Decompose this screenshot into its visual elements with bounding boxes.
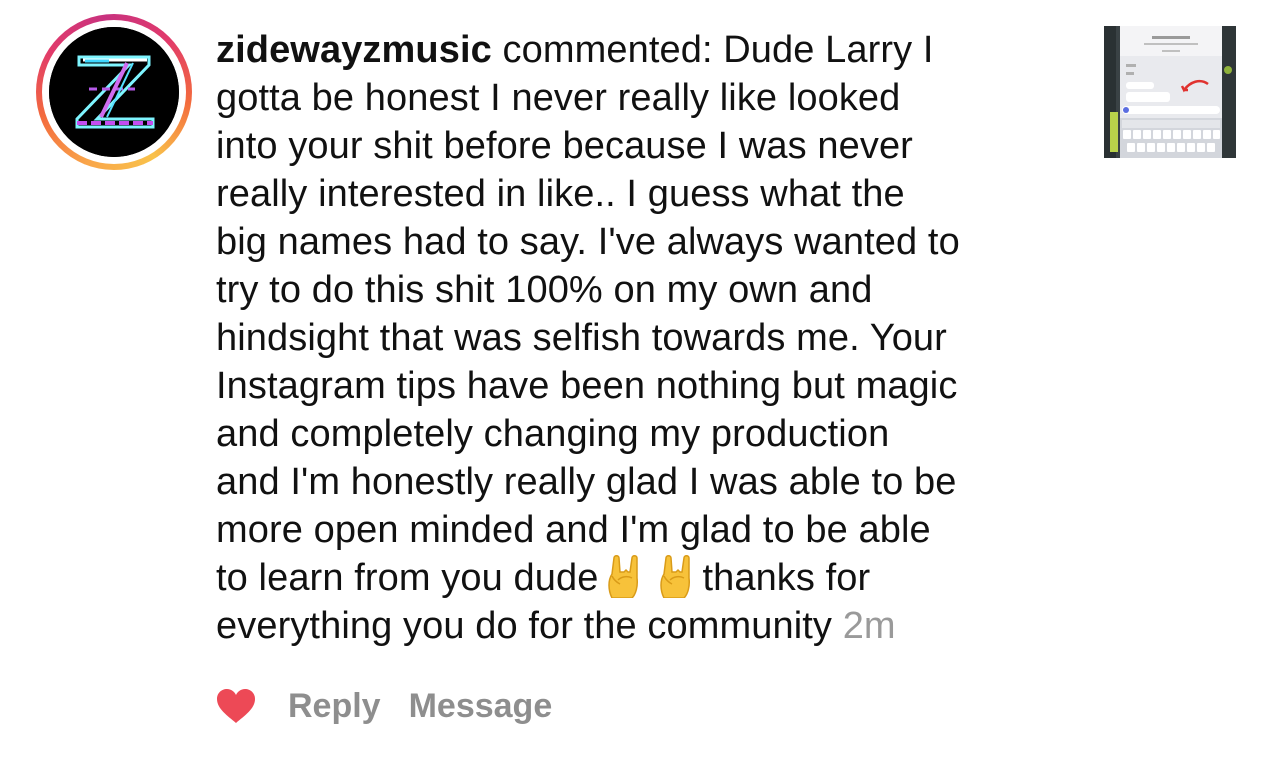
sign-of-the-horns-emoji	[656, 554, 696, 599]
comment-actions: Reply Message	[216, 682, 552, 730]
username[interactable]: zidewayzmusic	[216, 29, 492, 71]
heart-icon[interactable]	[216, 688, 256, 724]
avatar-logo	[49, 27, 179, 157]
comment-text: zidewayzmusic commented: Dude Larry I go…	[216, 29, 960, 647]
timestamp: 2m	[842, 605, 896, 647]
message-button[interactable]: Message	[409, 687, 553, 726]
sign-of-the-horns-emoji	[604, 554, 644, 599]
post-thumbnail[interactable]	[1104, 26, 1236, 158]
comment-notification: zidewayzmusic commented: Dude Larry I go…	[0, 0, 1284, 770]
profile-avatar[interactable]	[36, 14, 192, 170]
reply-button[interactable]: Reply	[288, 687, 381, 726]
